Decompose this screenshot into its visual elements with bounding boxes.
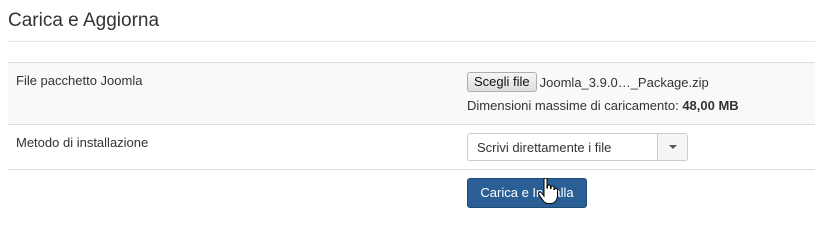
upload-update-page: Carica e Aggiorna File pacchetto Joomla … — [0, 0, 815, 219]
selected-file-name: Joomla_3.9.0…_Package.zip — [539, 74, 709, 90]
max-upload-size: Dimensioni massime di caricamento: 48,00… — [467, 98, 739, 113]
file-input[interactable]: Scegli file Joomla_3.9.0…_Package.zip — [467, 72, 709, 92]
upload-install-button[interactable]: Carica e Installa — [467, 178, 587, 208]
hand-pointer-icon — [538, 178, 558, 204]
max-upload-size-label: Dimensioni massime di caricamento: — [467, 98, 679, 113]
choose-file-button[interactable]: Scegli file — [467, 72, 537, 92]
file-package-row: File pacchetto Joomla Scegli file Joomla_… — [8, 62, 815, 124]
submit-row: Carica e Installa — [8, 169, 815, 218]
page-title: Carica e Aggiorna — [8, 10, 160, 31]
install-method-label: Metodo di installazione — [16, 135, 149, 150]
install-method-select[interactable]: Scrivi direttamente i file — [467, 133, 688, 161]
title-divider — [8, 41, 815, 42]
max-upload-size-value: 48,00 MB — [682, 98, 739, 113]
file-package-label: File pacchetto Joomla — [16, 73, 143, 88]
install-method-selected-value: Scrivi direttamente i file — [477, 140, 612, 155]
install-method-row: Metodo di installazione Scrivi direttame… — [8, 124, 815, 169]
caret-down-icon[interactable] — [657, 134, 687, 160]
upload-form: File pacchetto Joomla Scegli file Joomla_… — [8, 62, 815, 218]
